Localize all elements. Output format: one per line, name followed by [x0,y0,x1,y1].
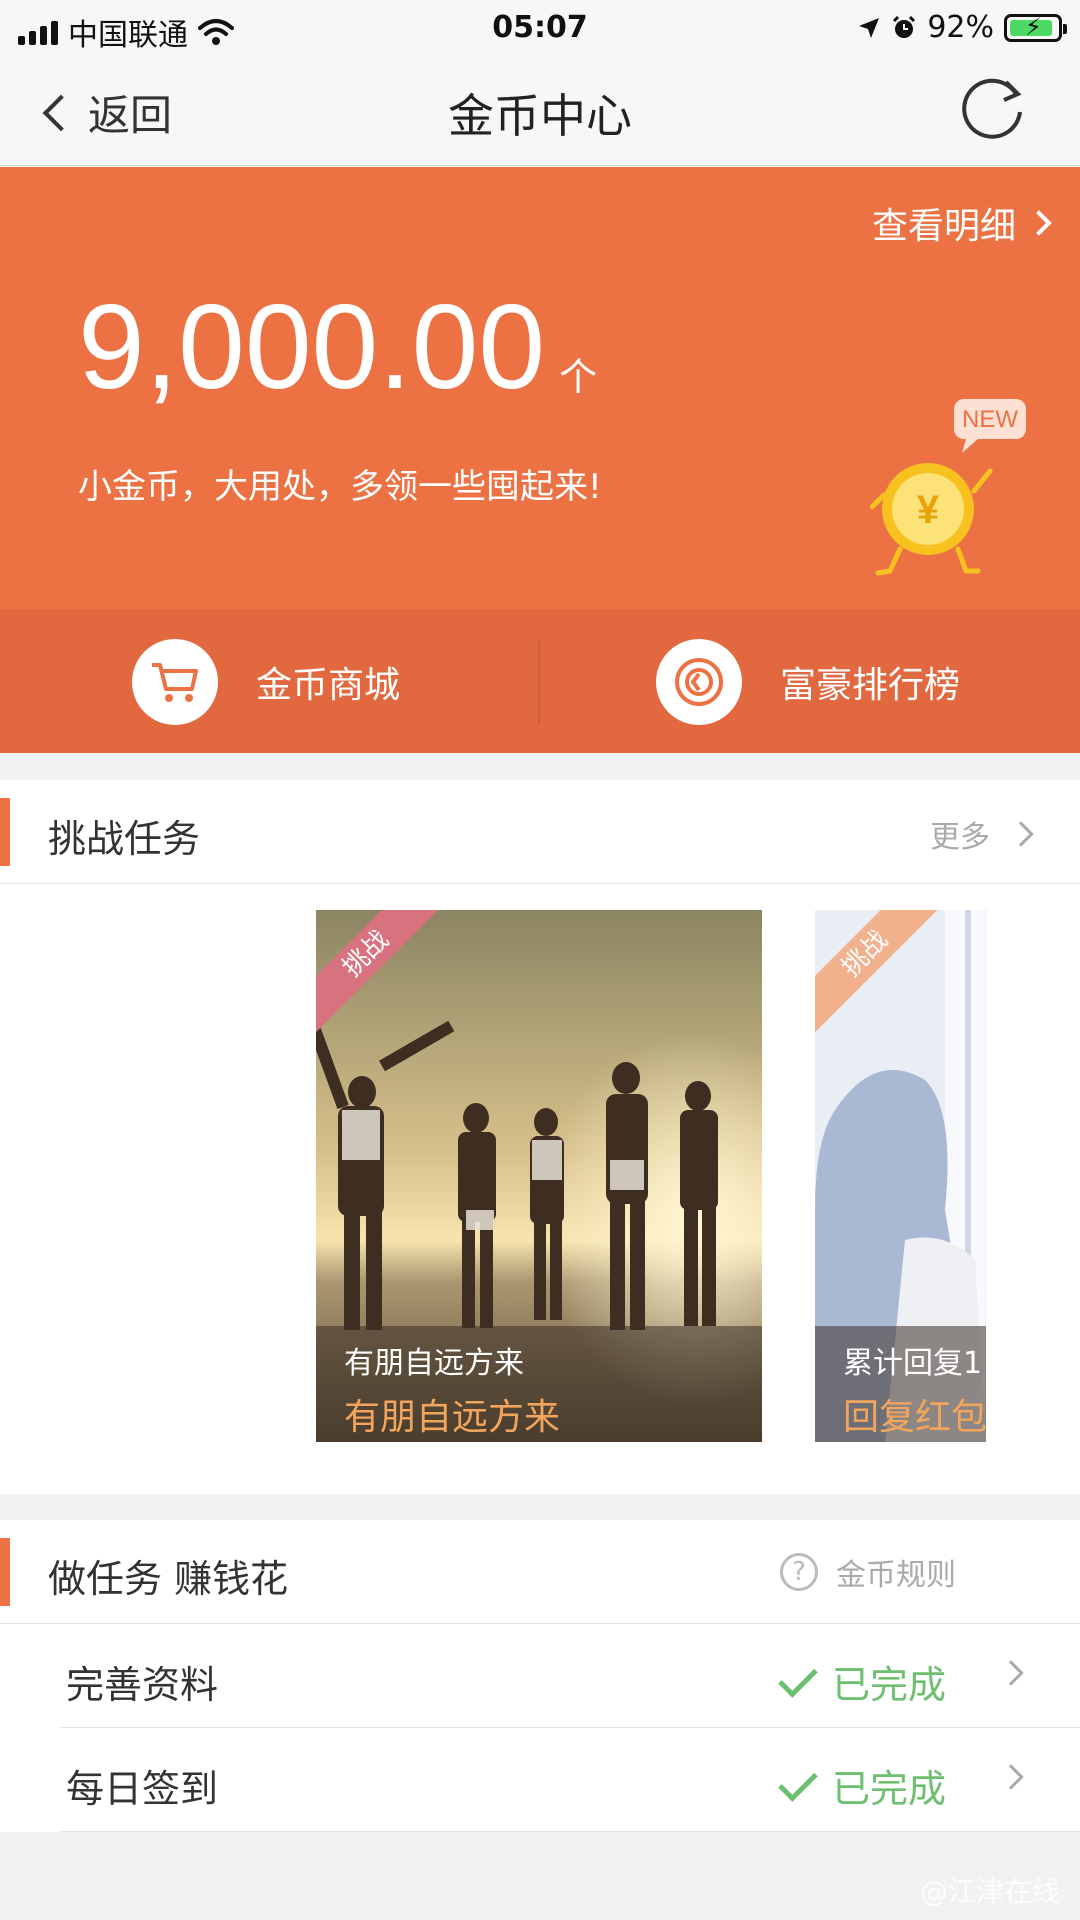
watermark: @江津在线 [919,1875,1060,1908]
tasks-title: 做任务 赚钱花 [48,1557,289,1601]
alarm-icon [893,15,916,38]
location-arrow-icon [859,17,880,38]
coin-balance: 9,000.00 个 [78,287,597,407]
task-status-label: 已完成 [831,1663,946,1707]
chevron-right-icon [998,1660,1024,1686]
challenge-card[interactable]: 挑战 有朋自远方来 有朋自远方来 [316,910,762,1442]
status-bar: 中国联通 05:07 92% ⚡ [0,0,1080,54]
slogan-text: 小金币，大用处，多领一些囤起来! [78,467,602,507]
card-subtitle: 有朋自远方来 [344,1346,524,1381]
card-subtitle: 累计回复1 [843,1346,983,1381]
task-row[interactable]: 完善资料 已完成 [60,1624,1080,1728]
action-bar: 金币商城 富豪排行榜 [0,609,1080,753]
coin-rules-label: 金币规则 [836,1558,956,1593]
task-status-label: 已完成 [831,1767,946,1811]
coin-rules-link[interactable]: ? 金币规则 [780,1550,956,1594]
task-label: 每日签到 [66,1767,219,1811]
cart-icon [132,639,218,725]
challenge-card[interactable]: 挑战 累计回复1 回复红包 [815,910,986,1442]
balance-unit: 个 [559,355,598,399]
battery-percent: 92% [927,10,994,45]
check-icon [778,1657,818,1698]
card-title: 回复红包 [843,1397,986,1438]
section-marker [0,798,10,866]
view-details-link[interactable]: 查看明细 [871,197,1052,249]
coin-rank-icon [656,639,742,725]
section-marker [0,1538,10,1606]
page-title: 金币中心 [448,89,632,143]
coin-mall-label: 金币商城 [256,665,401,706]
nav-bar: 返回 金币中心 [0,54,1080,166]
action-divider [538,639,540,725]
chevron-right-icon [1008,821,1034,847]
card-caption: 有朋自远方来 有朋自远方来 [316,1326,762,1442]
chevron-right-icon [1026,210,1052,236]
coin-mall-button[interactable]: 金币商城 [132,639,400,725]
more-label: 更多 [930,820,990,855]
rich-ranking-label: 富豪排行榜 [780,665,961,706]
card-caption: 累计回复1 回复红包 [815,1326,986,1442]
rich-ranking-button[interactable]: 富豪排行榜 [656,639,960,725]
tasks-section: 做任务 赚钱花 ? 金币规则 完善资料 已完成 每日签到 已完成 [0,1520,1080,1832]
challenge-title: 挑战任务 [48,817,201,861]
view-details-label: 查看明细 [871,206,1016,247]
more-link[interactable]: 更多 [930,812,1034,856]
card-title: 有朋自远方来 [344,1397,561,1438]
chevron-right-icon [998,1764,1024,1790]
balance-value: 9,000.00 [78,280,546,414]
task-label: 完善资料 [66,1663,219,1707]
coin-symbol: ¥ [917,488,940,532]
balance-panel: 查看明细 9,000.00 个 小金币，大用处，多领一些囤起来! NEW ¥ [0,167,1080,609]
task-status: 已完成 [778,1758,946,1813]
check-icon [778,1761,818,1802]
challenge-header: 挑战任务 更多 [0,780,1080,884]
tasks-header: 做任务 赚钱花 ? 金币规则 [0,1520,1080,1624]
task-status: 已完成 [778,1654,946,1709]
refresh-icon[interactable] [954,72,1030,148]
status-right: 92% ⚡ [857,10,1067,45]
challenge-section: 挑战任务 更多 挑战 有朋自远方来 有朋自远方来 挑战 累计回复1 回复红包 [0,780,1080,1494]
battery-icon: ⚡ [1004,13,1067,42]
new-badge-text: NEW [962,406,1018,433]
question-icon: ? [780,1553,818,1591]
task-row[interactable]: 每日签到 已完成 [60,1728,1080,1832]
coin-mascot-icon: NEW ¥ [870,399,1026,576]
